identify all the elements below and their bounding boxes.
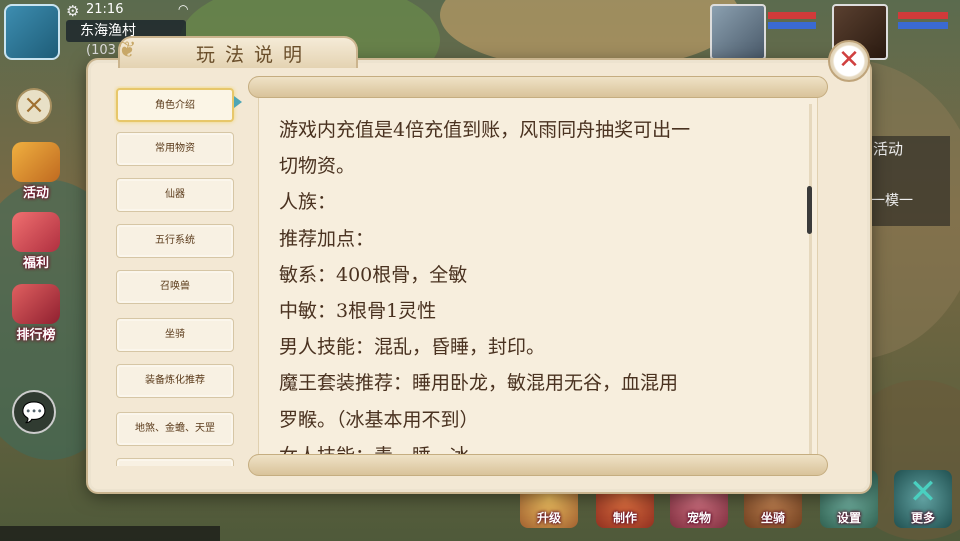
dialog-title: 玩法说明 [196,44,313,66]
more-label: 更多 [910,511,935,525]
map-coordinates: (103 [86,43,116,58]
craft-label: 制作 [612,511,637,525]
chat-button[interactable]: 💬 [12,390,56,434]
scroll-roller-top [248,76,828,98]
content-scroll[interactable]: 游戏内充值是4倍充值到账，风雨同舟抽奖可出一 切物资。 人族： 推荐加点： 敏系… [248,76,828,476]
gear-icon[interactable]: ⚙ [66,2,79,20]
cloud-icon: ❦ [118,38,137,63]
settings-label: 设置 [836,511,861,525]
bell-icon [12,142,60,182]
content-line: 敏系：400根骨，全敏 [279,263,468,286]
pet-portrait[interactable] [710,4,766,60]
close-icon: ✕ [838,45,860,75]
content-line: 人族： [279,191,337,214]
welfare-label: 福利 [22,256,49,271]
status-strip [0,526,220,541]
activity-label: 活动 [22,186,49,201]
welfare-button[interactable]: 福利 [6,212,66,276]
active-tab-arrow-icon [234,96,242,108]
more-button[interactable]: ✕ 更多 [894,470,952,528]
tab-summoned-beasts[interactable]: 召唤兽 [116,270,234,304]
tab-equipment-refine[interactable]: 装备炼化推荐 [116,364,234,398]
content-line: 男人技能：混乱，昏睡，封印。 [279,336,546,359]
content-line: 切物资。 [279,155,356,178]
tab-mounts[interactable]: 坐骑 [116,318,234,352]
clock-time: 21:16 [86,2,124,17]
tab-immortal-artifacts[interactable]: 仙器 [116,178,234,212]
pet-label: 宠物 [686,511,711,525]
scroll-paper: 游戏内充值是4倍充值到账，风雨同舟抽奖可出一 切物资。 人族： 推荐加点： 敏系… [258,90,818,460]
more-icon: ✕ [908,472,938,512]
close-button[interactable]: ✕ [828,40,870,82]
player-hp-bar [898,12,948,19]
content-line: 魔王套装推荐：睡用卧龙，敏混用无谷，血混用 [279,372,679,395]
tab-disha-jinchan-tiangang[interactable]: 地煞、金蟾、天罡 [116,412,234,446]
player-mp-bar [898,22,948,29]
tab-five-elements[interactable]: 五行系统 [116,224,234,258]
wifi-icon: ◠ [178,2,189,16]
content-line: 罗睺。（冰基本用不到） [279,408,479,431]
scroll-roller-bottom [248,454,828,476]
category-tab-list: 角色介绍 常用物资 仙器 五行系统 召唤兽 坐骑 装备炼化推荐 地煞、金蟾、天罡 [114,86,238,466]
scrollbar-track[interactable] [809,104,812,459]
tab-character-intro[interactable]: 角色介绍 [116,88,234,122]
pet-mp-bar [768,22,816,29]
ranking-button[interactable]: 排行榜 [6,284,66,348]
pet-hp-bar [768,12,816,19]
tab-more-hidden[interactable] [116,458,234,466]
collapse-menu-button[interactable]: × [16,88,52,124]
player-avatar[interactable] [4,4,60,60]
content-line: 中敏：3根骨1灵性 [279,300,437,323]
ranking-label: 排行榜 [16,328,56,343]
content-line: 推荐加点： [279,227,375,250]
gift-icon [12,212,60,252]
content-line: 游戏内充值是4倍充值到账，风雨同舟抽奖可出一 [279,119,691,141]
chat-icon: 💬 [21,400,47,424]
quest-tab[interactable]: 活动 [873,138,903,159]
upgrade-label: 升级 [536,511,561,525]
help-content: 游戏内充值是4倍充值到账，风雨同舟抽奖可出一 切物资。 人族： 推荐加点： 敏系… [279,112,799,460]
scrollbar-thumb[interactable] [807,186,812,234]
tab-common-supplies[interactable]: 常用物资 [116,132,234,166]
activity-button[interactable]: 活动 [6,142,66,206]
mount-label: 坐骑 [760,511,785,525]
ranking-icon [12,284,60,324]
